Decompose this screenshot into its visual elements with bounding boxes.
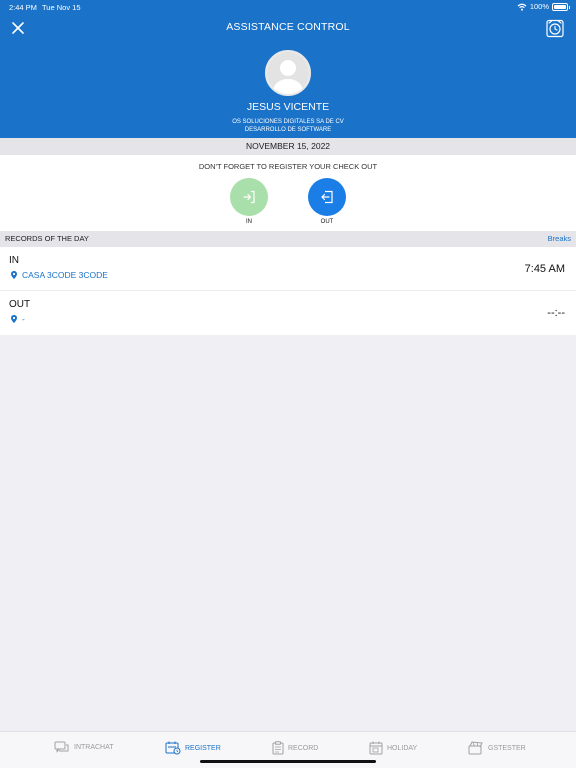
company-info: OS SOLUCIONES DIGITALES SA DE CV DESARRO… bbox=[0, 119, 576, 134]
alarm-clock-icon[interactable] bbox=[545, 18, 565, 38]
record-location-text: - bbox=[22, 314, 25, 324]
record-location: CASA 3CODE 3CODE bbox=[11, 270, 108, 280]
tab-label: HOLIDAY bbox=[387, 744, 418, 752]
logout-icon bbox=[321, 190, 333, 204]
location-pin-icon bbox=[11, 271, 17, 279]
clipboard-icon bbox=[272, 741, 284, 755]
calendar-icon bbox=[369, 741, 383, 755]
register-icon bbox=[165, 741, 181, 755]
tab-label: GSTESTER bbox=[488, 744, 526, 752]
records-title: RECORDS OF THE DAY bbox=[5, 234, 89, 243]
home-indicator[interactable] bbox=[200, 760, 376, 763]
tab-holiday[interactable]: HOLIDAY bbox=[369, 741, 417, 755]
company-department: DESARROLLO DE SOFTWARE bbox=[244, 126, 332, 133]
check-panel: DON'T FORGET TO REGISTER YOUR CHECK OUT … bbox=[0, 155, 576, 231]
user-name: JESUS VICENTE bbox=[246, 101, 330, 113]
battery-percent: 100% bbox=[529, 2, 549, 11]
avatar bbox=[265, 50, 311, 96]
current-date: NOVEMBER 15, 2022 bbox=[0, 138, 576, 155]
check-out-label: OUT bbox=[320, 219, 334, 225]
record-time: 7:45 AM bbox=[524, 263, 565, 275]
status-date: Tue Nov 15 bbox=[42, 3, 81, 12]
profile-header: JESUS VICENTE OS SOLUCIONES DIGITALES SA… bbox=[0, 42, 576, 138]
user-silhouette-icon bbox=[267, 52, 309, 94]
reminder-text: DON'T FORGET TO REGISTER YOUR CHECK OUT bbox=[198, 162, 378, 171]
record-location-text: CASA 3CODE 3CODE bbox=[22, 270, 108, 280]
chat-icon bbox=[54, 741, 69, 753]
status-bar: 2:44 PM Tue Nov 15 100% bbox=[0, 0, 576, 14]
breaks-link[interactable]: Breaks bbox=[548, 231, 571, 247]
nav-bar: ASSISTANCE CONTROL bbox=[0, 14, 576, 42]
tester-icon bbox=[468, 741, 483, 755]
tab-label: RECORD bbox=[288, 744, 319, 752]
record-time: --:-- bbox=[547, 307, 565, 319]
record-type: OUT bbox=[9, 299, 31, 310]
status-time: 2:44 PM bbox=[9, 3, 37, 12]
records-header: RECORDS OF THE DAY Breaks bbox=[0, 231, 576, 247]
record-row-in[interactable]: IN CASA 3CODE 3CODE 7:45 AM bbox=[0, 247, 576, 291]
battery-icon bbox=[552, 2, 570, 11]
record-row-out[interactable]: OUT - --:-- bbox=[0, 291, 576, 335]
wifi-icon bbox=[517, 3, 527, 11]
check-in-button[interactable] bbox=[230, 178, 268, 216]
page-title: ASSISTANCE CONTROL bbox=[226, 21, 350, 33]
login-icon bbox=[243, 190, 255, 204]
location-pin-icon bbox=[11, 315, 17, 323]
check-out-button[interactable] bbox=[308, 178, 346, 216]
record-type: IN bbox=[9, 255, 19, 266]
status-right: 100% bbox=[517, 2, 570, 11]
tab-register[interactable]: REGISTER bbox=[165, 741, 221, 755]
tab-gstester[interactable]: GSTESTER bbox=[468, 741, 526, 755]
company-name: OS SOLUCIONES DIGITALES SA DE CV bbox=[232, 119, 344, 125]
tab-label: INTRACHAT bbox=[74, 744, 114, 751]
tab-record[interactable]: RECORD bbox=[272, 741, 318, 755]
tab-label: REGISTER bbox=[185, 744, 221, 752]
check-in-label: IN bbox=[246, 219, 252, 225]
record-location: - bbox=[11, 314, 25, 324]
tab-intrachat[interactable]: INTRACHAT bbox=[54, 741, 114, 754]
